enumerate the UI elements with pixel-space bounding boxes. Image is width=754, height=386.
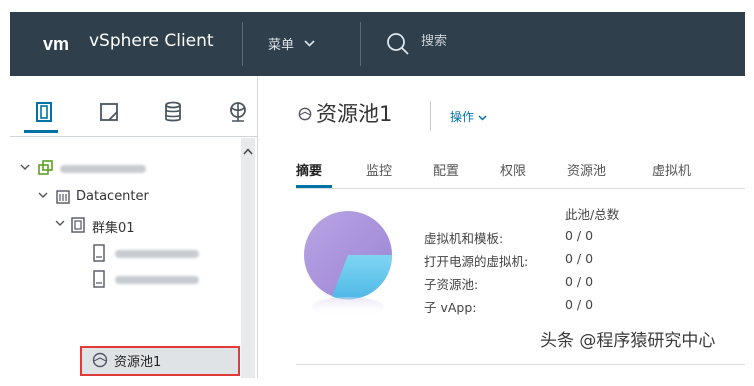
stat-value-powered-on: 0 / 0 [565, 251, 594, 266]
actions-menu-button[interactable]: 操作 [450, 108, 487, 125]
resource-pool-graphic [302, 209, 394, 325]
stat-label-child-vapps: 子 vApp: [424, 300, 477, 315]
chevron-down-icon[interactable] [20, 162, 30, 175]
search-input[interactable] [421, 34, 571, 49]
host-icon [93, 270, 105, 292]
top-header: vm vSphere Client 菜单 [10, 12, 745, 76]
search-icon [387, 33, 409, 55]
actions-label: 操作 [450, 110, 475, 124]
stat-label-vms: 虚拟机和模板: [424, 231, 504, 246]
cluster-label: 群集01 [92, 221, 135, 236]
tab-resource-pools[interactable]: 资源池 [567, 160, 606, 179]
chevron-down-icon [304, 36, 315, 51]
title-divider [430, 101, 431, 131]
vcenter-icon [38, 160, 54, 180]
search-box[interactable] [385, 31, 585, 57]
section-divider [296, 364, 745, 365]
tree-node-datacenter[interactable]: Datacenter [38, 188, 238, 210]
watermark: 头条 @程序猿研究中心 [540, 331, 716, 351]
tab-summary[interactable]: 摘要 [296, 160, 322, 179]
vcenter-name-redacted [60, 165, 146, 173]
menu-label: 菜单 [268, 38, 295, 53]
tab-monitor[interactable]: 监控 [366, 160, 392, 179]
hosts-clusters-icon[interactable] [32, 100, 56, 124]
stats-column-header: 此池/总数 [565, 207, 620, 222]
tab-permissions[interactable]: 权限 [500, 160, 526, 179]
stat-label-powered-on: 打开电源的虚拟机: [424, 254, 529, 269]
tree-node-host[interactable] [93, 244, 233, 266]
tab-virtual-machines[interactable]: 虚拟机 [652, 160, 691, 179]
nav-divider [10, 136, 257, 137]
vm-logo[interactable]: vm [38, 32, 74, 56]
app-title: vSphere Client [89, 31, 214, 51]
chevron-down-icon[interactable] [55, 218, 65, 231]
tree-node-host[interactable] [93, 270, 233, 292]
resource-pool-icon [298, 106, 312, 125]
host-name-redacted [115, 276, 199, 284]
networking-icon[interactable] [226, 100, 250, 124]
stat-value-child-pools: 0 / 0 [565, 274, 594, 289]
vms-templates-icon[interactable] [97, 100, 121, 124]
tree-node-cluster[interactable]: 群集01 [55, 216, 235, 238]
vsphere-window: vm vSphere Client 菜单 搜索 Datacenter 群集01 … [10, 12, 745, 378]
tree-scrollbar[interactable] [241, 138, 255, 378]
tree-node-resource-pool[interactable]: 资源池1 [80, 346, 240, 376]
datacenter-icon [55, 189, 71, 209]
host-icon [93, 244, 105, 266]
chevron-down-icon[interactable] [38, 190, 48, 203]
resource-pool-icon [92, 352, 108, 372]
stat-value-vms: 0 / 0 [565, 228, 594, 243]
active-nav-indicator [24, 130, 58, 133]
header-divider [360, 22, 361, 66]
tabs-divider [296, 188, 745, 189]
menu-button[interactable]: 菜单 [268, 34, 315, 53]
chevron-down-icon [478, 110, 487, 124]
cluster-icon [70, 217, 86, 237]
host-name-redacted [115, 250, 199, 258]
tree-node-vcenter[interactable] [20, 160, 220, 182]
tab-configure[interactable]: 配置 [433, 160, 459, 179]
storage-icon[interactable] [161, 100, 185, 124]
stat-label-child-pools: 子资源池: [424, 277, 479, 292]
resource-pool-label: 资源池1 [114, 355, 162, 370]
scroll-up-icon[interactable] [243, 148, 253, 158]
page-title: 资源池1 [316, 102, 393, 126]
datacenter-label: Datacenter [76, 189, 149, 204]
navigator-pane: Datacenter 群集01 资源池1 [10, 76, 257, 378]
stat-value-child-vapps: 0 / 0 [565, 297, 594, 312]
header-divider [242, 22, 243, 66]
